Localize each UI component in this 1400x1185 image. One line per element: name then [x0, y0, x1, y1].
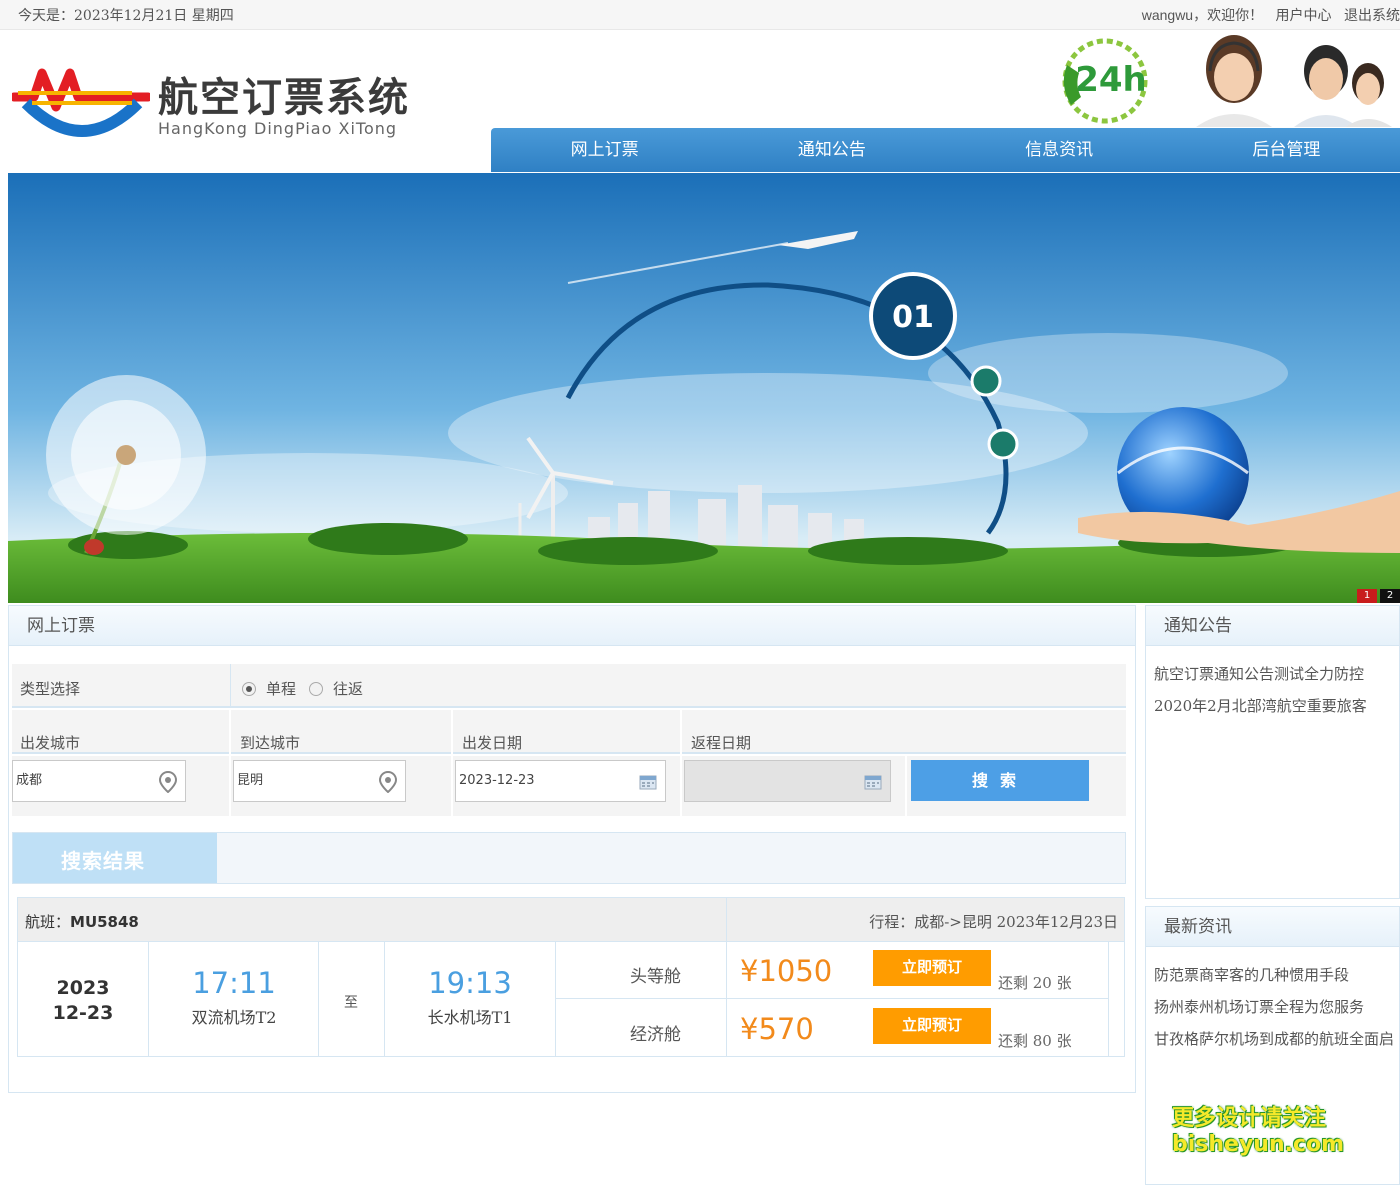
depart-city-value: 成都 — [16, 773, 43, 788]
to-label: 至 — [344, 995, 358, 1011]
flight-card: 航班：MU5848 行程：成都->昆明 2023年12月23日 2023 12-… — [17, 897, 1125, 1057]
nav-item-notices[interactable]: 通知公告 — [718, 128, 945, 172]
trip-type-roundtrip[interactable]: 往返 — [309, 678, 363, 699]
airline-logo-icon — [12, 68, 150, 137]
flight-route: 行程：成都->昆明 2023年12月23日 — [869, 913, 1118, 931]
location-pin-icon — [379, 771, 397, 793]
trip-type-oneway-label: 单程 — [266, 680, 297, 698]
arrive-city-input[interactable]: 昆明 — [233, 760, 406, 802]
calendar-icon — [864, 775, 882, 790]
flight-number-value: MU5848 — [70, 913, 139, 931]
search-button[interactable]: 搜索 — [911, 760, 1089, 801]
results-tab-label: 搜索结果 — [61, 849, 145, 873]
notice-item[interactable]: 2020年2月北部湾航空重要旅客 — [1154, 694, 1399, 726]
arrive-city-label: 到达城市 — [240, 734, 301, 752]
banner-pager-2[interactable]: 2 — [1380, 589, 1400, 603]
arrive-time: 19:13 — [428, 966, 512, 1000]
news-item[interactable]: 防范票商宰客的几种惯用手段 — [1154, 963, 1399, 995]
flight-date-year: 2023 — [56, 977, 110, 999]
banner-slide-number: 01 — [892, 300, 934, 335]
trip-type-row: 类型选择 单程 往返 — [12, 664, 1126, 708]
watermark-line2: bisheyun.com — [1172, 1132, 1345, 1157]
username: wangwu， — [1141, 7, 1208, 23]
site-title: 航空订票系统 — [158, 74, 410, 121]
current-date: 今天是：2023年12月21日 星期四 — [18, 8, 234, 24]
news-item[interactable]: 扬州泰州机场订票全程为您服务 — [1154, 995, 1399, 1027]
watermark-line1: 更多设计请关注 — [1172, 1106, 1327, 1131]
notice-item[interactable]: 航空订票通知公告测试全力防控 — [1154, 662, 1399, 694]
search-inputs-row: 成都 昆明 2023-12-23 搜索 — [12, 756, 1126, 816]
news-list: 防范票商宰客的几种惯用手段 扬州泰州机场订票全程为您服务 甘孜格萨尔机场到成都的… — [1146, 947, 1399, 1059]
flight-number-label: 航班： — [25, 913, 71, 931]
flight-number: 航班：MU5848 — [25, 911, 139, 932]
trip-type-roundtrip-label: 往返 — [333, 680, 364, 698]
return-date-label: 返程日期 — [691, 734, 752, 752]
cabin-first-remain: 还剩 20 张 — [998, 974, 1072, 992]
radio-roundtrip[interactable] — [309, 681, 323, 696]
depart-city-label: 出发城市 — [20, 734, 81, 752]
cabin-economy-price: ¥570 — [740, 1012, 814, 1046]
arrive-airport: 长水机场T1 — [427, 1008, 513, 1027]
watermark: 更多设计请关注 bisheyun.com — [1172, 1106, 1344, 1158]
cabin-first-name: 头等舱 — [630, 967, 681, 987]
cabin-economy-name: 经济舱 — [630, 1025, 681, 1045]
booking-panel-title: 网上订票 — [9, 606, 1135, 646]
user-center-link[interactable]: 用户中心 — [1276, 8, 1332, 24]
notices-list: 航空订票通知公告测试全力防控 2020年2月北部湾航空重要旅客 — [1146, 646, 1399, 726]
top-bar: 今天是：2023年12月21日 星期四 wangwu，欢迎你！ 用户中心 退出系… — [0, 0, 1400, 30]
news-item[interactable]: 甘孜格萨尔机场到成都的航班全面启 — [1154, 1027, 1399, 1059]
depart-date-value: 2023-12-23 — [459, 773, 535, 788]
depart-airport: 双流机场T2 — [191, 1008, 277, 1027]
results-header: 搜索结果 — [12, 832, 1126, 884]
calendar-icon — [639, 775, 657, 790]
notices-panel: 通知公告 航空订票通知公告测试全力防控 2020年2月北部湾航空重要旅客 — [1145, 605, 1400, 899]
depart-time: 17:11 — [192, 966, 276, 1000]
trip-type-label: 类型选择 — [20, 680, 81, 698]
trip-type-oneway[interactable]: 单程 — [242, 678, 296, 699]
flight-header: 航班：MU5848 行程：成都->昆明 2023年12月23日 — [18, 898, 1124, 942]
cabin-first-price: ¥1050 — [740, 954, 833, 988]
flight-date-md: 12-23 — [52, 1002, 114, 1024]
results-tab: 搜索结果 — [13, 833, 217, 883]
notices-title: 通知公告 — [1146, 606, 1399, 646]
banner-pager: 1 2 — [1357, 589, 1400, 603]
radio-oneway[interactable] — [242, 681, 256, 696]
arrive-city-value: 昆明 — [237, 773, 264, 788]
depart-date-input[interactable]: 2023-12-23 — [455, 760, 666, 802]
main-nav: 网上订票 通知公告 信息资讯 后台管理 — [491, 128, 1400, 172]
flight-date: 2023 12-23 — [18, 976, 148, 1026]
nav-item-booking[interactable]: 网上订票 — [491, 128, 718, 172]
banner-slideshow: 01 1 2 — [8, 173, 1400, 603]
news-title: 最新资讯 — [1146, 907, 1399, 947]
service-agents-image — [1186, 31, 1400, 127]
location-pin-icon — [159, 771, 177, 793]
nav-item-news[interactable]: 信息资讯 — [946, 128, 1173, 172]
booking-panel: 网上订票 类型选择 单程 往返 出发城市 到达城市 出发日期 返程日期 成都 昆… — [8, 605, 1136, 1093]
header: 航空订票系统 HangKong DingPiao XiTong 24h 网上订票… — [8, 31, 1400, 173]
user-links: wangwu，欢迎你！ 用户中心 退出系统 — [1134, 5, 1400, 25]
nav-item-admin[interactable]: 后台管理 — [1173, 128, 1400, 172]
cabin-economy-remain: 还剩 80 张 — [998, 1032, 1072, 1050]
badge-text: 24h — [1075, 60, 1147, 100]
return-date-input[interactable] — [684, 760, 891, 802]
logout-link[interactable]: 退出系统 — [1344, 8, 1400, 24]
book-first-button[interactable]: 立即预订 — [873, 950, 991, 986]
search-labels-row: 出发城市 到达城市 出发日期 返程日期 — [12, 710, 1126, 754]
banner-image: 01 — [8, 173, 1400, 603]
depart-city-input[interactable]: 成都 — [12, 760, 186, 802]
book-economy-button[interactable]: 立即预订 — [873, 1008, 991, 1044]
24h-service-icon: 24h — [1062, 38, 1148, 124]
welcome-text: 欢迎你！ — [1207, 8, 1264, 24]
banner-pager-1[interactable]: 1 — [1357, 589, 1377, 603]
depart-date-label: 出发日期 — [462, 734, 523, 752]
site-subtitle: HangKong DingPiao XiTong — [158, 119, 398, 138]
